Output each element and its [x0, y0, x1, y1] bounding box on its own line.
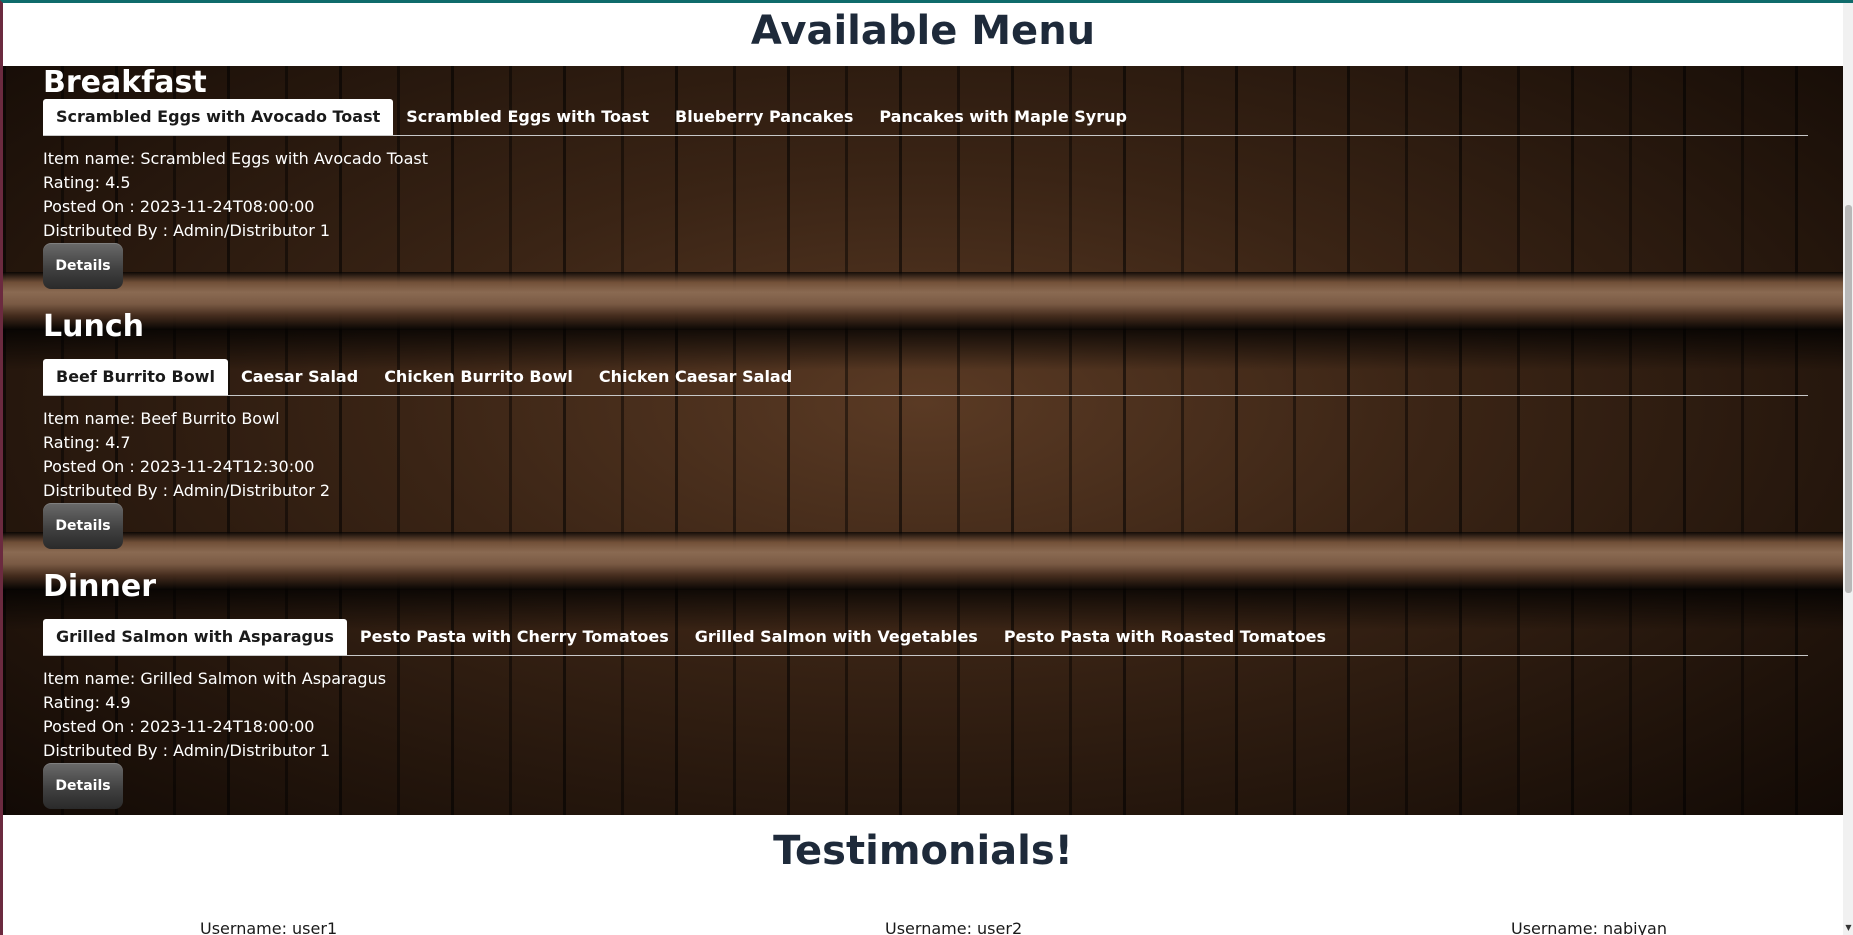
testimonial-username: Username: user2: [885, 919, 1023, 935]
details-button[interactable]: Details: [43, 243, 123, 289]
item-posted-on: Posted On : 2023-11-24T12:30:00: [43, 457, 315, 476]
menu-section-dinner: Dinner Grilled Salmon with Asparagus Pes…: [43, 570, 1808, 809]
menu-section-breakfast: Breakfast Scrambled Eggs with Avocado To…: [43, 66, 1808, 289]
tab-item[interactable]: Pancakes with Maple Syrup: [866, 99, 1140, 135]
tab-item[interactable]: Caesar Salad: [228, 359, 371, 395]
scrollbar-thumb[interactable]: [1845, 205, 1852, 593]
item-rating: Rating: 4.7: [43, 433, 131, 452]
details-button[interactable]: Details: [43, 503, 123, 549]
tab-item[interactable]: Grilled Salmon with Asparagus: [43, 619, 347, 655]
item-info: Item name: Beef Burrito Bowl Rating: 4.7…: [43, 407, 1808, 503]
tab-bar: Scrambled Eggs with Avocado Toast Scramb…: [43, 99, 1808, 136]
item-distributed-by: Distributed By : Admin/Distributor 2: [43, 481, 331, 500]
tab-item[interactable]: Scrambled Eggs with Toast: [393, 99, 662, 135]
tab-bar: Grilled Salmon with Asparagus Pesto Past…: [43, 619, 1808, 656]
item-posted-on: Posted On : 2023-11-24T08:00:00: [43, 197, 315, 216]
testimonial-username: Username: user1: [200, 919, 338, 935]
tab-item[interactable]: Pesto Pasta with Cherry Tomatoes: [347, 619, 682, 655]
details-button[interactable]: Details: [43, 763, 123, 809]
tab-item[interactable]: Chicken Burrito Bowl: [371, 359, 586, 395]
testimonial-username: Username: nabiyan: [1511, 919, 1667, 935]
item-info: Item name: Grilled Salmon with Asparagus…: [43, 667, 1808, 763]
section-title: Dinner: [43, 569, 157, 604]
tab-item[interactable]: Grilled Salmon with Vegetables: [682, 619, 991, 655]
item-distributed-by: Distributed By : Admin/Distributor 1: [43, 221, 331, 240]
tab-item[interactable]: Beef Burrito Bowl: [43, 359, 228, 395]
section-title: Breakfast: [43, 66, 207, 100]
tab-bar: Beef Burrito Bowl Caesar Salad Chicken B…: [43, 359, 1808, 396]
item-posted-on: Posted On : 2023-11-24T18:00:00: [43, 717, 315, 736]
item-name: Item name: Grilled Salmon with Asparagus: [43, 669, 387, 688]
item-rating: Rating: 4.5: [43, 173, 131, 192]
item-name: Item name: Beef Burrito Bowl: [43, 409, 280, 428]
scroll-down-arrow-icon[interactable]: ▼: [1844, 923, 1853, 932]
item-info: Item name: Scrambled Eggs with Avocado T…: [43, 147, 1808, 243]
testimonials-title: Testimonials!: [773, 828, 1073, 874]
page-title: Available Menu: [750, 8, 1096, 54]
section-title: Lunch: [43, 309, 144, 344]
tab-item[interactable]: Scrambled Eggs with Avocado Toast: [43, 99, 394, 135]
item-distributed-by: Distributed By : Admin/Distributor 1: [43, 741, 331, 760]
tab-item[interactable]: Pesto Pasta with Roasted Tomatoes: [991, 619, 1339, 655]
tab-item[interactable]: Chicken Caesar Salad: [586, 359, 805, 395]
item-rating: Rating: 4.9: [43, 693, 131, 712]
menu-section-lunch: Lunch Beef Burrito Bowl Caesar Salad Chi…: [43, 310, 1808, 549]
menu-panel: Breakfast Scrambled Eggs with Avocado To…: [3, 66, 1843, 815]
item-name: Item name: Scrambled Eggs with Avocado T…: [43, 149, 428, 168]
tab-item[interactable]: Blueberry Pancakes: [662, 99, 866, 135]
